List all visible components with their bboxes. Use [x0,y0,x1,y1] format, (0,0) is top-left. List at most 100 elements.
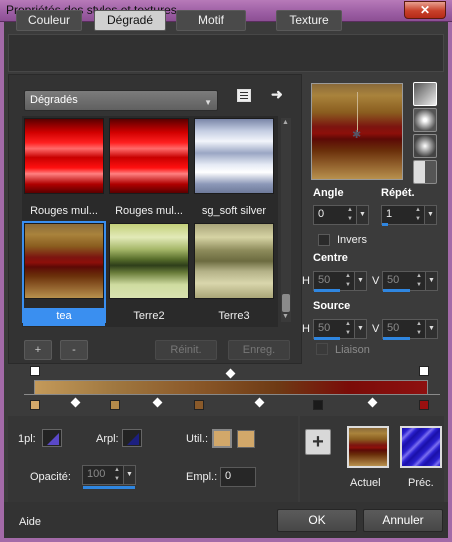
opacity-label: Opacité: [30,471,71,483]
chevron-down-icon[interactable]: ▼ [425,320,437,338]
gradient-label: sg_soft silver [201,205,267,217]
tab-couleur[interactable]: Couleur [16,10,82,31]
scroll-down-icon[interactable]: ▼ [282,313,289,320]
tab-texture[interactable]: Texture [276,10,342,31]
center-v-label: V [372,275,380,287]
gradient-swatch-terre2[interactable] [109,223,189,299]
color-stop[interactable] [110,400,120,410]
center-v-value: 50 [387,274,400,286]
gradient-label-selected: tea [23,308,105,326]
invert-checkbox[interactable] [318,234,330,246]
remove-gradient-button[interactable]: - [60,340,88,360]
sunburst-style-icon[interactable] [413,160,437,184]
source-h-label: H [302,323,310,335]
center-point-icon[interactable]: ✱ [352,128,361,141]
scroll-up-icon[interactable]: ▲ [282,119,289,126]
repeat-spinner[interactable]: 1 ▲ ▼ ▼ [381,205,437,225]
gradient-swatch-terre3[interactable] [194,223,274,299]
previous-label: Préc. [408,477,434,489]
chevron-down-icon[interactable]: ▼ [123,466,135,484]
background-label: Arpl: [96,433,119,445]
center-h-value: 50 [318,274,331,286]
center-h-fill [314,289,340,292]
tab-bar [8,34,444,72]
opacity-spinner[interactable]: 100 ▲ ▼ ▼ [82,465,136,485]
updown-icon[interactable]: ▲ ▼ [343,320,353,338]
updown-icon[interactable]: ▲ ▼ [413,206,423,224]
invert-label: Invers [337,234,367,246]
reset-button[interactable]: Réinit. [155,340,217,360]
chevron-down-icon[interactable]: ▼ [354,320,366,338]
first-plan-swatch[interactable] [42,429,62,447]
source-h-spinner[interactable]: 50 ▲ ▼ ▼ [313,319,367,339]
ok-button[interactable]: OK [277,509,357,532]
current-style-swatch[interactable] [347,426,389,468]
link-checkbox[interactable] [316,343,328,355]
center-h-label: H [302,275,310,287]
user-color-swatch-2[interactable] [237,430,255,448]
gradient-label: Rouges mul... [115,205,183,217]
transparency-stop-start[interactable] [30,366,40,376]
color-stop[interactable] [194,400,204,410]
tab-motif[interactable]: Motif [176,10,246,31]
user-color-swatch[interactable] [212,429,232,448]
category-dropdown[interactable]: Dégradés ▼ [24,90,218,111]
chevron-down-icon[interactable]: ▼ [424,206,436,224]
list-view-icon[interactable] [237,89,251,102]
linear-style-icon[interactable] [413,82,437,106]
angle-label: Angle [313,187,344,199]
source-v-label: V [372,323,380,335]
help-link[interactable]: Aide [19,516,41,528]
scrollbar-thumb[interactable] [282,294,290,312]
rectangular-style-icon[interactable] [413,108,437,132]
angle-spinner[interactable]: 0 ▲ ▼ ▼ [313,205,369,225]
add-gradient-button[interactable]: + [24,340,52,360]
updown-icon[interactable]: ▲ ▼ [345,206,355,224]
previous-style-swatch[interactable] [400,426,442,468]
color-stop[interactable] [419,400,429,410]
center-label: Centre [313,252,348,264]
color-stop[interactable] [313,400,323,410]
transparency-stop-end[interactable] [419,366,429,376]
gradient-swatch-rouges-2[interactable] [109,118,189,194]
save-gradient-button[interactable]: Enreg. [228,340,290,360]
location-value: 0 [225,470,232,482]
gradient-swatch-soft-silver[interactable] [194,118,274,194]
center-h-spinner[interactable]: 50 ▲ ▼ ▼ [313,271,367,291]
user-color-label: Util.: [186,433,208,445]
chevron-down-icon[interactable]: ▼ [356,206,368,224]
updown-icon[interactable]: ▲ ▼ [414,320,424,338]
repeat-label: Répét. [381,187,415,199]
location-field[interactable]: 0 [220,467,256,487]
center-v-fill [383,289,410,292]
opacity-value: 100 [87,468,106,480]
source-v-spinner[interactable]: 50 ▲ ▼ ▼ [382,319,438,339]
background-swatch[interactable] [122,429,142,447]
updown-icon[interactable]: ▲ ▼ [112,466,122,484]
close-button[interactable]: ✕ [404,1,446,19]
gradient-swatch-rouges-1[interactable] [24,118,104,194]
source-v-fill [383,337,410,340]
color-stop[interactable] [30,400,40,410]
radial-style-icon[interactable] [413,134,437,158]
chevron-down-icon[interactable]: ▼ [425,272,437,290]
gradient-ramp[interactable] [34,380,428,395]
opacity-fill [83,486,135,489]
list-scrollbar[interactable] [281,118,291,322]
updown-icon[interactable]: ▲ ▼ [414,272,424,290]
updown-icon[interactable]: ▲ ▼ [343,272,353,290]
source-v-value: 50 [387,322,400,334]
category-value: Dégradés [30,94,78,106]
add-to-swatches-icon[interactable]: + [305,429,331,455]
source-h-fill [314,337,340,340]
angle-value: 0 [318,208,325,220]
location-label: Empl.: [186,471,218,483]
chevron-down-icon: ▼ [204,98,212,107]
gradient-label: Terre3 [218,310,250,322]
cancel-button[interactable]: Annuler [363,509,443,532]
arrow-right-icon[interactable]: ➜ [271,86,283,103]
gradient-swatch-tea[interactable] [24,223,104,299]
center-v-spinner[interactable]: 50 ▲ ▼ ▼ [382,271,438,291]
chevron-down-icon[interactable]: ▼ [354,272,366,290]
tab-degrade[interactable]: Dégradé [94,10,166,31]
